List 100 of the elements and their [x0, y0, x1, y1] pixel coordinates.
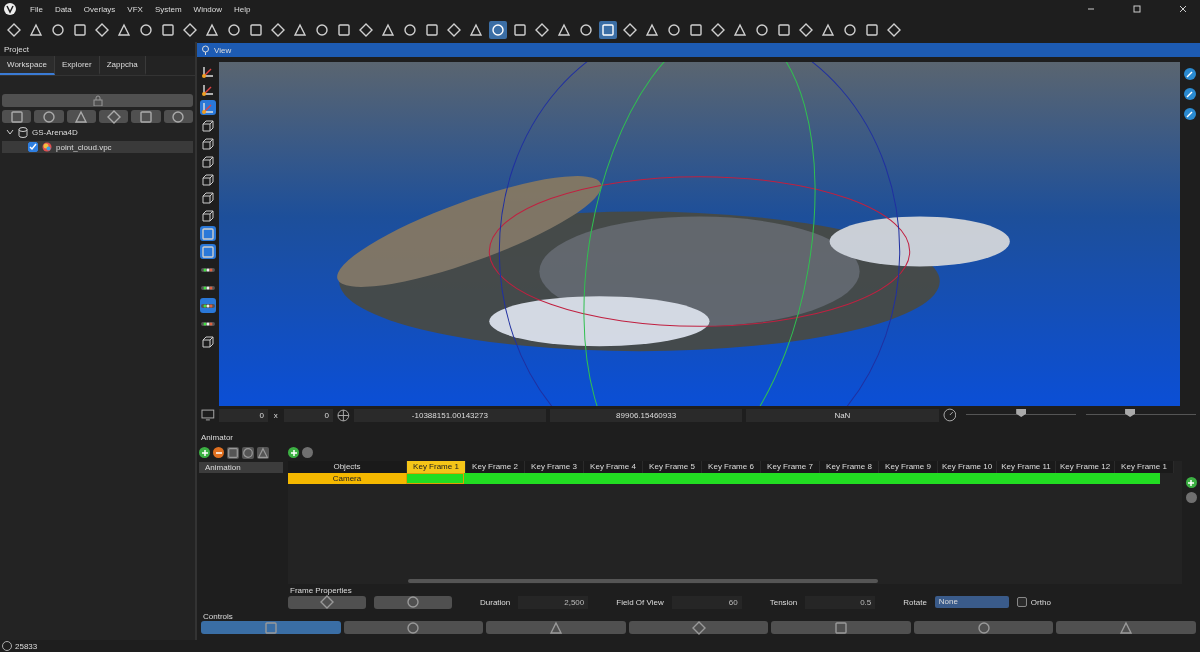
toolbar-button[interactable] — [335, 21, 353, 39]
column-header[interactable]: Key Frame 8 — [820, 461, 879, 473]
toolbar-button[interactable] — [731, 21, 749, 39]
toolbar-button[interactable] — [269, 21, 287, 39]
record-button[interactable] — [1185, 492, 1197, 503]
remove-button[interactable] — [213, 447, 224, 458]
toolbar-button[interactable] — [137, 21, 155, 39]
tree-item[interactable]: GS-Arena4D — [32, 127, 78, 137]
record-button[interactable] — [302, 447, 313, 458]
toolbar-button[interactable] — [313, 21, 331, 39]
column-header[interactable]: Objects — [288, 461, 407, 473]
toolbar-button[interactable] — [115, 21, 133, 39]
side-button[interactable] — [1182, 106, 1198, 122]
table-cell[interactable]: Camera — [288, 473, 406, 484]
column-header[interactable]: Key Frame 9 — [879, 461, 938, 473]
toolbar-button[interactable] — [159, 21, 177, 39]
add-button[interactable] — [288, 447, 299, 458]
panel-button[interactable] — [2, 110, 32, 123]
menu-item[interactable]: Data — [54, 4, 72, 14]
menu-item[interactable]: Overlays — [83, 4, 116, 14]
view-tool-button[interactable] — [200, 136, 216, 151]
panel-button[interactable] — [99, 110, 129, 123]
toolbar-button[interactable] — [467, 21, 485, 39]
toolbar-button[interactable] — [27, 21, 45, 39]
frame-button[interactable] — [374, 595, 452, 609]
menu-item[interactable]: System — [154, 4, 182, 14]
view-tool-button[interactable] — [200, 172, 216, 187]
panel-button[interactable] — [34, 110, 64, 123]
column-header[interactable]: Key Frame 12 — [1056, 461, 1115, 473]
toolbar-button[interactable] — [621, 21, 639, 39]
column-header[interactable]: Key Frame 11 — [997, 461, 1056, 473]
toolbar-button[interactable] — [555, 21, 573, 39]
toolbar-button[interactable] — [379, 21, 397, 39]
toolbar-button[interactable] — [445, 21, 463, 39]
toolbar-button[interactable] — [753, 21, 771, 39]
toolbar-button[interactable] — [599, 21, 617, 39]
toolbar-button[interactable] — [49, 21, 67, 39]
column-header[interactable]: Key Frame 1 — [407, 461, 466, 473]
field-of-view-field[interactable]: 60 — [671, 595, 742, 609]
playback-button[interactable] — [913, 621, 1054, 634]
list-button[interactable] — [257, 446, 269, 459]
toolbar-button[interactable] — [797, 21, 815, 39]
duration-field[interactable]: 2,500 — [518, 595, 589, 609]
toolbar-button[interactable] — [225, 21, 243, 39]
checkbox[interactable] — [1016, 597, 1027, 607]
toolbar-button[interactable] — [181, 21, 199, 39]
panel-button[interactable] — [66, 110, 96, 123]
list-item[interactable]: Animation — [199, 462, 283, 473]
view-tool-button[interactable] — [200, 154, 216, 169]
view-tool-button[interactable] — [200, 64, 216, 79]
toolbar-button[interactable] — [643, 21, 661, 39]
height-spinbox[interactable]: 0 — [283, 408, 333, 422]
panel-button[interactable] — [131, 110, 161, 123]
slider-thumb[interactable] — [1016, 409, 1027, 417]
toolbar-button[interactable] — [71, 21, 89, 39]
menu-item[interactable]: Window — [193, 4, 223, 14]
column-header[interactable]: Key Frame 1 — [1115, 461, 1174, 473]
toolbar-button[interactable] — [775, 21, 793, 39]
keyframe-cell[interactable] — [464, 473, 522, 484]
side-button[interactable] — [1182, 66, 1198, 82]
toolbar-button[interactable] — [577, 21, 595, 39]
column-header[interactable]: Key Frame 3 — [525, 461, 584, 473]
view-tool-button[interactable] — [200, 190, 216, 205]
toolbar-button[interactable] — [247, 21, 265, 39]
toolbar-button[interactable] — [863, 21, 881, 39]
toolbar-button[interactable] — [423, 21, 441, 39]
panel-button[interactable] — [163, 110, 193, 123]
playback-button[interactable] — [343, 621, 484, 634]
toolbar-button[interactable] — [357, 21, 375, 39]
column-header[interactable]: Key Frame 7 — [761, 461, 820, 473]
frame-button[interactable] — [288, 595, 366, 609]
add-button[interactable] — [199, 447, 210, 458]
toolbar-button[interactable] — [291, 21, 309, 39]
expanded-caret-icon[interactable] — [6, 128, 14, 136]
side-button[interactable] — [1182, 86, 1198, 102]
list-button[interactable] — [227, 446, 239, 459]
column-header[interactable]: Key Frame 6 — [702, 461, 761, 473]
checkbox[interactable] — [28, 142, 38, 152]
toolbar-button[interactable] — [841, 21, 859, 39]
view-tool-button[interactable] — [200, 118, 216, 133]
tension-field[interactable]: 0.5 — [805, 595, 876, 609]
view-tool-button[interactable] — [200, 208, 216, 223]
scrollbar-thumb[interactable] — [408, 579, 878, 583]
column-header[interactable]: Key Frame 5 — [643, 461, 702, 473]
view-tool-button[interactable] — [200, 334, 216, 349]
column-header[interactable]: Key Frame 10 — [938, 461, 997, 473]
toolbar-button[interactable] — [885, 21, 903, 39]
list-button[interactable] — [242, 446, 254, 459]
rotate-dropdown[interactable]: None — [934, 596, 1009, 608]
toolbar-button[interactable] — [203, 21, 221, 39]
toolbar-button[interactable] — [5, 21, 23, 39]
toolbar-button[interactable] — [533, 21, 551, 39]
slider-thumb[interactable] — [1125, 409, 1136, 417]
toolbar-button[interactable] — [489, 21, 507, 39]
toolbar-button[interactable] — [819, 21, 837, 39]
toolbar-button[interactable] — [687, 21, 705, 39]
keyframe-cell[interactable] — [1102, 473, 1160, 484]
tab[interactable]: Workspace — [0, 56, 55, 75]
column-header[interactable]: Key Frame 4 — [584, 461, 643, 473]
toolbar-button[interactable] — [709, 21, 727, 39]
